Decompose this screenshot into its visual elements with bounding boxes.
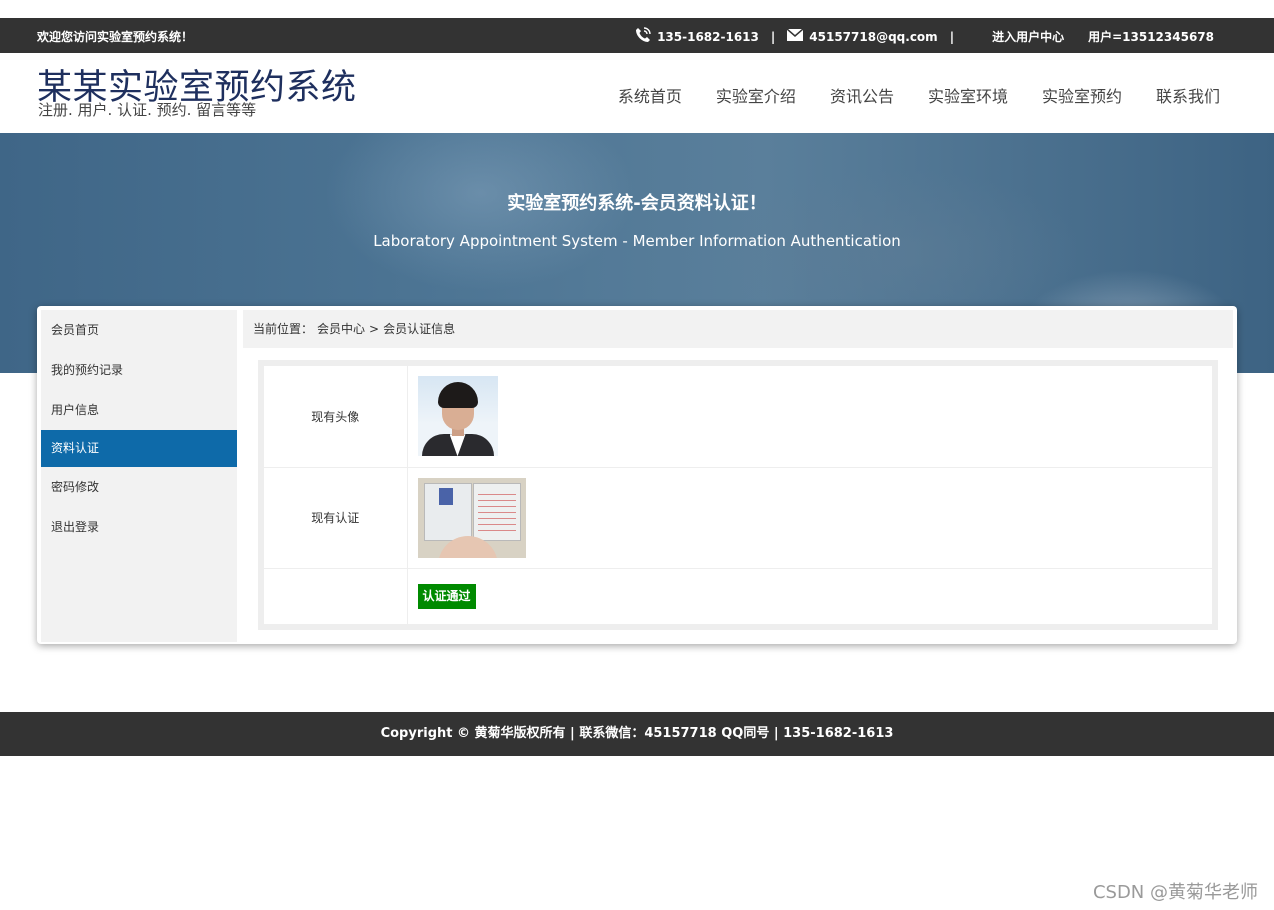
avatar-label: 现有头像 bbox=[264, 366, 408, 468]
current-user-link[interactable]: 用户=13512345678 bbox=[1088, 28, 1214, 45]
breadcrumb-separator: > bbox=[369, 322, 380, 336]
separator: | bbox=[770, 29, 776, 44]
mail-icon bbox=[786, 28, 804, 44]
user-center-link[interactable]: 进入用户中心 bbox=[992, 28, 1064, 45]
banner-subtitle: Laboratory Appointment System - Member I… bbox=[373, 232, 901, 250]
sidebar-item-member-home[interactable]: 会员首页 bbox=[41, 310, 237, 350]
separator: | bbox=[949, 29, 955, 44]
site-footer: Copyright © 黄菊华版权所有 | 联系微信：45157718 QQ同号… bbox=[0, 712, 1274, 756]
certificate-label: 现有认证 bbox=[264, 467, 408, 569]
breadcrumb: 当前位置： 会员中心 > 会员认证信息 bbox=[243, 310, 1233, 348]
table-row: 认证通过 bbox=[264, 568, 1212, 624]
phone-contact: 135-1682-1613 bbox=[635, 27, 759, 46]
table-row: 现有认证 bbox=[264, 467, 1212, 569]
welcome-text: 欢迎您访问实验室预约系统！ bbox=[37, 30, 194, 44]
top-bar-contact: 135-1682-1613 | 45157718@qq.com | 进入用户中心… bbox=[635, 27, 1214, 46]
avatar-image bbox=[417, 376, 498, 457]
breadcrumb-prefix: 当前位置： bbox=[253, 322, 314, 336]
member-panel: 会员首页 我的预约记录 用户信息 资料认证 密码修改 退出登录 当前位置： 会员中… bbox=[37, 306, 1237, 644]
sidebar-item-logout[interactable]: 退出登录 bbox=[41, 507, 237, 547]
sidebar-item-change-password[interactable]: 密码修改 bbox=[41, 467, 237, 507]
phone-icon bbox=[635, 27, 651, 46]
main-nav: 系统首页 实验室介绍 资讯公告 实验室环境 实验室预约 联系我们 bbox=[618, 83, 1220, 107]
breadcrumb-member-center[interactable]: 会员中心 bbox=[317, 322, 365, 336]
breadcrumb-current: 会员认证信息 bbox=[383, 322, 456, 336]
site-logo-subtitle: 注册. 用户. 认证. 预约. 留言等等 bbox=[38, 101, 257, 119]
watermark: CSDN @黄菊华老师 bbox=[1092, 882, 1258, 903]
table-row: 现有头像 bbox=[264, 366, 1212, 468]
sidebar-item-user-info[interactable]: 用户信息 bbox=[41, 390, 237, 430]
nav-home[interactable]: 系统首页 bbox=[618, 83, 682, 107]
sidebar-item-booking-records[interactable]: 我的预约记录 bbox=[41, 350, 237, 390]
main-content: 当前位置： 会员中心 > 会员认证信息 现有头像 现有认证 认证通过 bbox=[243, 310, 1233, 640]
email-address: 45157718@qq.com bbox=[809, 29, 938, 44]
top-bar: 欢迎您访问实验室预约系统！ 135-1682-1613 | 45157718@q… bbox=[0, 18, 1274, 53]
nav-lab-booking[interactable]: 实验室预约 bbox=[1042, 83, 1122, 107]
nav-news[interactable]: 资讯公告 bbox=[830, 83, 894, 107]
verification-table-frame: 现有头像 现有认证 认证通过 bbox=[258, 360, 1218, 630]
certificate-image bbox=[417, 477, 526, 558]
sidebar-item-verification[interactable]: 资料认证 bbox=[41, 430, 237, 467]
verification-table: 现有头像 现有认证 认证通过 bbox=[264, 366, 1212, 624]
verification-status-button[interactable]: 认证通过 bbox=[417, 583, 476, 609]
email-contact: 45157718@qq.com bbox=[786, 28, 938, 44]
banner-title: 实验室预约系统-会员资料认证！ bbox=[507, 193, 767, 214]
site-header: 某某实验室预约系统 注册. 用户. 认证. 预约. 留言等等 系统首页 实验室介… bbox=[0, 53, 1274, 133]
nav-contact[interactable]: 联系我们 bbox=[1156, 83, 1220, 107]
nav-lab-intro[interactable]: 实验室介绍 bbox=[716, 83, 796, 107]
member-sidebar: 会员首页 我的预约记录 用户信息 资料认证 密码修改 退出登录 bbox=[41, 310, 237, 642]
phone-number: 135-1682-1613 bbox=[657, 29, 759, 44]
nav-lab-environment[interactable]: 实验室环境 bbox=[928, 83, 1008, 107]
